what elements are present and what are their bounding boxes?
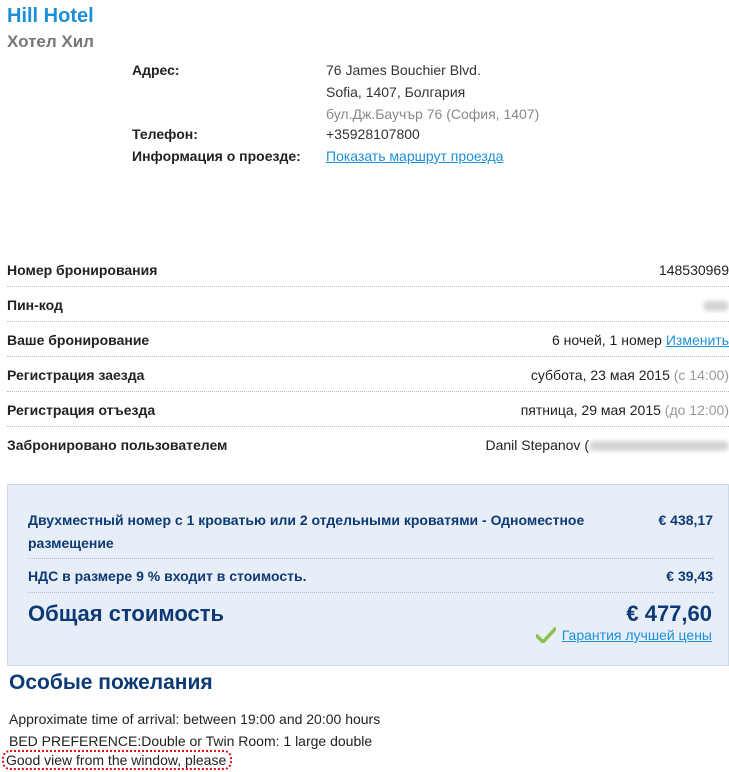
phone-label: Телефон: — [132, 126, 198, 142]
booking-number-value: 148530969 — [658, 262, 729, 278]
address-label: Адрес: — [132, 62, 180, 78]
address-line-2: Sofia, 1407, Болгария — [326, 84, 466, 100]
address-line-1: 76 James Bouchier Blvd. — [326, 62, 481, 78]
vat-description: НДС в размере 9 % входит в стоимость. — [28, 568, 307, 584]
price-box: Двухместный номер с 1 кроватью или 2 отд… — [7, 484, 729, 666]
address-line-3: бул.Дж.Баучър 76 (София, 1407) — [326, 106, 540, 122]
room-price-row: Двухместный номер с 1 кроватью или 2 отд… — [28, 509, 713, 559]
check-icon — [535, 627, 557, 644]
booked-by-name: Danil Stepanov ( — [485, 437, 589, 453]
hotel-subtitle: Хотел Хил — [7, 32, 94, 51]
change-booking-link[interactable]: Изменить — [666, 332, 729, 348]
booking-summary-label: Ваше бронирование — [7, 332, 150, 348]
table-row: Регистрация заезда суббота, 23 мая 2015 … — [7, 357, 729, 392]
pin-code-blurred — [703, 301, 729, 312]
vat-amount: € 39,43 — [666, 568, 713, 584]
directions-link[interactable]: Показать маршрут проезда — [326, 148, 503, 164]
phone-value: +35928107800 — [326, 126, 420, 142]
room-amount: € 438,17 — [658, 512, 714, 528]
pin-code-label: Пин-код — [7, 297, 63, 313]
best-price-guarantee[interactable]: Гарантия лучшей цены — [535, 627, 712, 644]
table-row: Забронировано пользователем Danil Stepan… — [7, 427, 729, 462]
request-bed-preference: BED PREFERENCE:Double or Twin Room: 1 la… — [9, 733, 373, 749]
total-label: Общая стоимость — [28, 601, 225, 626]
checkin-label: Регистрация заезда — [7, 367, 145, 383]
checkin-date: суббота, 23 мая 2015 — [530, 367, 670, 383]
booking-number-label: Номер бронирования — [7, 262, 158, 278]
table-row: Номер бронирования 148530969 — [7, 252, 729, 287]
table-row: Ваше бронирование 6 ночей, 1 номер Измен… — [7, 322, 729, 357]
directions-label: Информация о проезде: — [132, 148, 301, 164]
room-description: Двухместный номер с 1 кроватью или 2 отд… — [28, 512, 585, 551]
checkin-time: (с 14:00) — [673, 367, 729, 383]
vat-row: НДС в размере 9 % входит в стоимость. € … — [28, 565, 713, 593]
checkout-label: Регистрация отъезда — [7, 402, 156, 418]
booked-by-label: Забронировано пользователем — [7, 437, 228, 453]
request-window-view: Good view from the window, please — [2, 750, 233, 770]
total-amount: € 477,60 — [626, 601, 712, 626]
table-row: Регистрация отъезда пятница, 29 мая 2015… — [7, 392, 729, 427]
hotel-title: Hill Hotel — [7, 5, 94, 27]
checkout-time: (до 12:00) — [664, 402, 729, 418]
booking-table: Номер бронирования 148530969 Пин-код Ваш… — [7, 252, 729, 462]
table-row: Пин-код — [7, 287, 729, 322]
email-blurred — [589, 441, 729, 452]
request-arrival-time: Approximate time of arrival: between 19:… — [9, 711, 381, 727]
special-requests-title: Особые пожелания — [9, 671, 213, 694]
guarantee-link[interactable]: Гарантия лучшей цены — [562, 627, 712, 643]
checkout-date: пятница, 29 мая 2015 — [520, 402, 661, 418]
booking-summary-value: 6 ночей, 1 номер — [551, 332, 662, 348]
